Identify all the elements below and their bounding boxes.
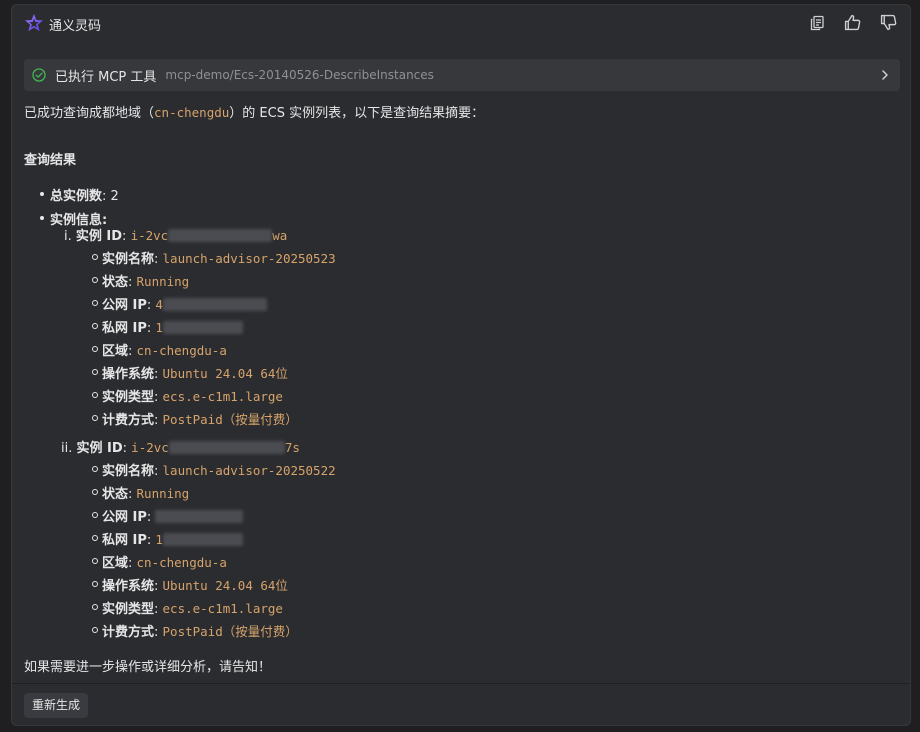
instance-marker: i. [64, 229, 72, 244]
field-label: 实例名称 [102, 252, 155, 267]
redacted-value [155, 510, 244, 523]
field-value: ecs.e-c1m1.large [162, 601, 283, 616]
field-label: 操作系统 [102, 367, 155, 382]
instance-field: 实例名称: launch-advisor-20250523 [92, 248, 336, 267]
instance-id-row: i. 实例 ID: i-2vc wa [64, 228, 288, 244]
redacted-value [162, 533, 243, 546]
field-label: 实例类型 [102, 602, 155, 617]
like-button[interactable] [843, 13, 862, 32]
instance-field: 状态: Running [91, 483, 190, 502]
instance-field: 实例名称: launch-advisor-20250522 [92, 460, 336, 479]
instance-id-suffix: 7s [284, 440, 300, 455]
instance-id-label: 实例 ID [75, 229, 123, 244]
instance-field: 操作系统: Ubuntu 24.04 64位 [92, 363, 288, 382]
instance-field: 区域: cn-chengdu-a [92, 340, 227, 359]
field-value: 1 [155, 320, 163, 335]
field-label: 实例名称 [102, 464, 155, 479]
tongyi-lingma-logo-icon [25, 14, 43, 32]
copy-icon [810, 15, 824, 30]
instance-field: 实例类型: ecs.e-c1m1.large [92, 386, 283, 405]
field-label: 私网 IP [102, 533, 147, 548]
field-value: cn-chengdu-a [136, 343, 227, 358]
redacted-value [168, 441, 285, 454]
regenerate-button[interactable]: 重新生成 [24, 693, 89, 718]
mcp-tool-path: mcp-demo/Ecs-20140526-DescribeInstances [165, 68, 434, 82]
instance-field: 计费方式: PostPaid（按量付费） [92, 621, 298, 640]
field-label: 实例类型 [102, 390, 155, 405]
redacted-value [162, 298, 267, 311]
field-value: launch-advisor-20250522 [162, 463, 336, 478]
mcp-tool-call-bar[interactable]: 已执行 MCP 工具 mcp-demo/Ecs-20140526-Describ… [24, 59, 900, 91]
response-header: 通义灵码 [24, 13, 898, 37]
closing-text: 如果需要进一步操作或详细分析，请告知！ [24, 660, 272, 675]
field-value: launch-advisor-20250523 [162, 251, 336, 266]
field-label: 公网 IP [102, 510, 147, 525]
instance-id-row: ii. 实例 ID: i-2vc 7s [61, 440, 300, 456]
instance-field: 操作系统: Ubuntu 24.04 64位 [92, 575, 288, 594]
field-value: cn-chengdu-a [136, 555, 227, 570]
field-value: PostPaid（按量付费） [162, 624, 298, 639]
check-circle-icon [32, 68, 46, 82]
field-label: 私网 IP [102, 321, 147, 336]
instance-field: 公网 IP: 4 [92, 294, 267, 313]
instance-id-label: 实例 ID [76, 441, 123, 456]
instance-field: 状态: Running [91, 271, 190, 290]
field-label: 状态 [102, 487, 129, 502]
footer-divider [12, 683, 910, 684]
field-label: 区域 [102, 556, 129, 571]
dislike-button[interactable] [879, 13, 898, 32]
field-value: Ubuntu 24.04 64位 [162, 578, 288, 593]
instance-field: 私网 IP: 1 [92, 317, 243, 336]
instance-id-prefix: i-2vc [130, 228, 169, 243]
chevron-right-icon [882, 70, 888, 80]
thumbs-up-icon [844, 14, 861, 31]
summary-total: 总实例数: 2 [40, 185, 119, 204]
instance-field: 计费方式: PostPaid（按量付费） [92, 409, 298, 428]
field-label: 操作系统 [102, 579, 155, 594]
field-value: 1 [155, 532, 163, 547]
result-heading: 查询结果 [24, 153, 77, 168]
response-actions [807, 13, 898, 33]
field-value: Running [136, 274, 190, 289]
instance-field: 私网 IP: 1 [92, 529, 243, 548]
region-code: cn-chengdu [154, 105, 230, 120]
instance-id-prefix: i-2vc [131, 440, 169, 455]
field-value: Running [136, 486, 190, 501]
field-label: 状态 [102, 275, 129, 290]
field-label: 计费方式 [102, 413, 155, 428]
instance-marker: ii. [61, 441, 73, 456]
app-title: 通义灵码 [49, 19, 102, 34]
chat-response-panel: 通义灵码 已执行 MCP 工具 mcp-demo/Ecs-20140526-De… [11, 4, 911, 726]
field-value: PostPaid（按量付费） [162, 412, 298, 427]
copy-button[interactable] [807, 13, 826, 32]
instance-field: 实例类型: ecs.e-c1m1.large [92, 598, 283, 617]
redacted-value [162, 321, 243, 334]
field-label: 区域 [102, 344, 129, 359]
instance-field: 区域: cn-chengdu-a [92, 552, 227, 571]
intro-text: 已成功查询成都地域（cn-chengdu）的 ECS 实例列表，以下是查询结果摘… [24, 105, 485, 121]
field-label: 公网 IP [102, 298, 147, 313]
instance-id-suffix: wa [272, 228, 288, 243]
redacted-value [168, 229, 273, 242]
field-value: ecs.e-c1m1.large [162, 389, 283, 404]
thumbs-down-icon [880, 14, 897, 31]
field-value: Ubuntu 24.04 64位 [162, 366, 288, 381]
field-label: 计费方式 [102, 625, 155, 640]
field-value: 4 [155, 297, 163, 312]
instance-field: 公网 IP: [91, 506, 244, 525]
mcp-status-label: 已执行 MCP 工具 [55, 69, 157, 85]
